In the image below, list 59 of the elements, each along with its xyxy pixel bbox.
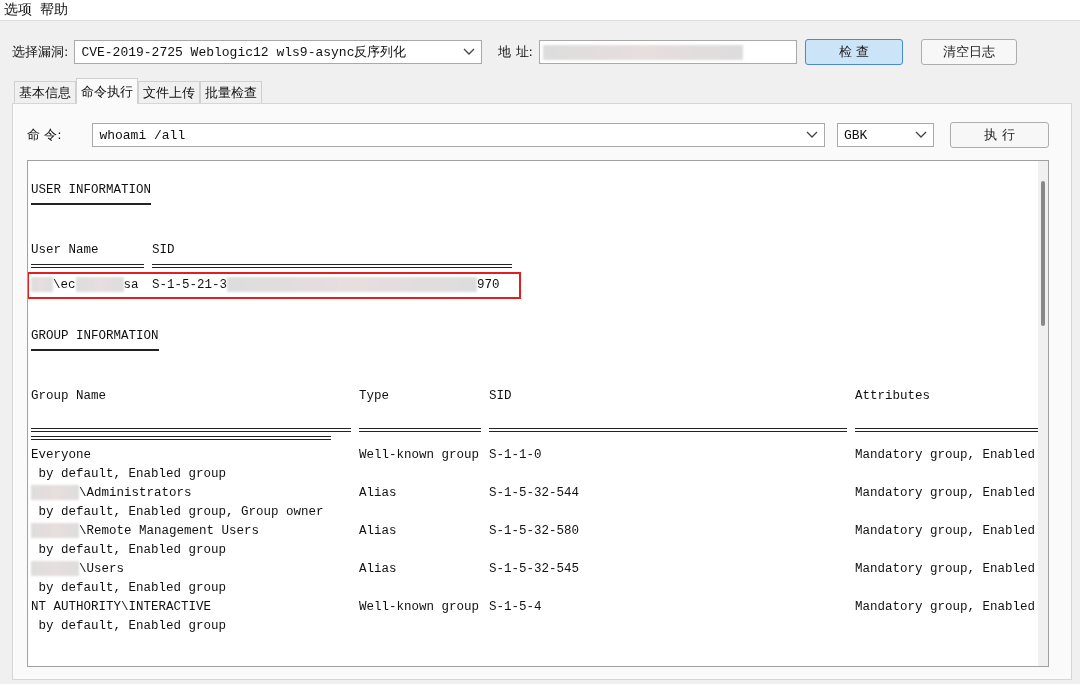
redaction-mark: [31, 561, 79, 577]
address-field[interactable]: [538, 40, 797, 64]
redaction-mark: [31, 277, 53, 293]
attributes-continuation-text: by default, Enabled group: [37, 580, 228, 597]
tab[interactable]: 命令执行: [76, 78, 138, 104]
sid-text: S-1-5-21-3 970: [152, 276, 501, 295]
sid-text: S-1-5-32-580: [489, 523, 580, 540]
chevron-down-icon: [915, 131, 927, 139]
redaction-mark: [31, 485, 79, 501]
attributes-continuation-text: by default, Enabled group: [37, 466, 228, 483]
run-button[interactable]: 执 行: [950, 122, 1049, 148]
section-heading: GROUP INFORMATION: [31, 327, 159, 351]
group-name-text: \Administrators: [31, 484, 351, 503]
type-text: Alias: [359, 485, 398, 502]
attributes-text: Mandatory group, Enabled: [855, 523, 1037, 540]
type-text: Well-known group: [359, 599, 481, 616]
tab[interactable]: 批量检查: [200, 81, 262, 103]
encoding-dropdown[interactable]: GBK: [836, 123, 934, 147]
column-header: SID: [152, 241, 512, 268]
attributes-continuation-text: by default, Enabled group: [37, 542, 228, 559]
attributes-text: Mandatory group, Enabled: [855, 447, 1037, 464]
redaction-mark: [75, 277, 124, 293]
chevron-down-icon: [805, 131, 818, 139]
column-header: User Name: [31, 241, 144, 268]
chevron-down-icon: [463, 48, 476, 56]
clear-log-button[interactable]: 清空日志: [920, 39, 1017, 65]
vulnerability-label: 选择漏洞:: [12, 43, 69, 61]
attributes-text: Mandatory group, Enabled: [855, 561, 1037, 578]
address-label: 地 址:: [498, 43, 533, 61]
group-name-text: \Users: [31, 560, 351, 579]
group-name-text: NT AUTHORITY\INTERACTIVE: [31, 599, 213, 616]
sid-text: S-1-5-4: [489, 599, 543, 616]
user-name-text: \ec sa: [31, 276, 144, 295]
sid-text: S-1-5-32-545: [489, 561, 580, 578]
scrollbar[interactable]: [1038, 161, 1048, 666]
menu-item[interactable]: 帮助: [40, 1, 68, 19]
redaction-mark: [31, 523, 79, 539]
sid-text: S-1-1-0: [489, 447, 543, 464]
attributes-continuation-text: by default, Enabled group: [37, 618, 228, 635]
type-text: Well-known group: [359, 447, 481, 464]
group-name-text: \Remote Management Users: [31, 522, 351, 541]
group-name-text: Everyone: [31, 447, 92, 464]
type-text: Alias: [359, 523, 398, 540]
column-header: Type: [359, 387, 481, 432]
column-header: SID: [489, 387, 847, 432]
attributes-text: Mandatory group, Enabled: [855, 485, 1037, 502]
attributes-continuation-text: by default, Enabled group, Group owner: [37, 504, 325, 521]
vulnerability-dropdown[interactable]: CVE-2019-2725 Weblogic12 wls9-async反序列化: [74, 40, 483, 64]
command-field[interactable]: whoami /all: [92, 123, 825, 147]
type-text: Alias: [359, 561, 398, 578]
column-header: Group Name: [31, 387, 351, 432]
tab[interactable]: 文件上传: [138, 81, 200, 103]
menu-item[interactable]: 选项: [4, 1, 32, 19]
check-button[interactable]: 检 查: [804, 39, 903, 65]
tab[interactable]: 基本信息: [14, 81, 76, 103]
section-heading: USER INFORMATION: [31, 181, 152, 205]
command-label: 命 令:: [27, 126, 63, 144]
sid-text: S-1-5-32-544: [489, 485, 580, 502]
attributes-text: Mandatory group, Enabled: [855, 599, 1037, 616]
